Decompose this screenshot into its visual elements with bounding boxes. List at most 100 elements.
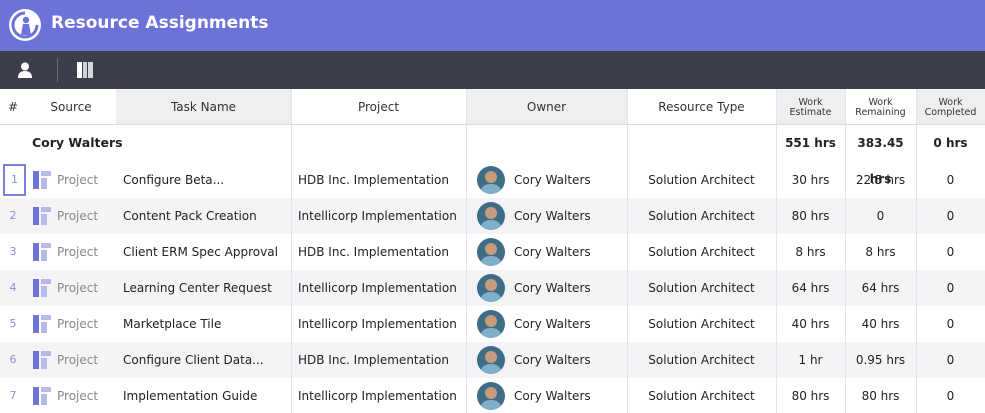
task-name[interactable]: Learning Center Request (123, 270, 288, 306)
header-work-remaining-line2: Remaining (855, 107, 906, 118)
column-header-task-name[interactable]: Task Name (116, 89, 291, 124)
source-label: Project (57, 353, 99, 367)
table-row[interactable]: 1 Project Configure Beta... HDB Inc. Implem… (0, 162, 985, 198)
column-header-owner[interactable]: Owner (466, 89, 627, 124)
work-completed[interactable]: 0 (916, 234, 985, 270)
toolbar-divider (57, 58, 58, 82)
column-header-work-completed[interactable]: Work Completed (916, 89, 985, 124)
project-name[interactable]: Intellicorp Implementation (298, 198, 464, 234)
work-completed[interactable]: 0 (916, 198, 985, 234)
column-divider (466, 89, 467, 413)
project-name[interactable]: HDB Inc. Implementation (298, 162, 464, 198)
avatar (477, 274, 505, 302)
column-header-project[interactable]: Project (291, 89, 466, 124)
row-number[interactable]: 3 (0, 234, 26, 270)
owner-name: Cory Walters (514, 353, 591, 367)
columns-icon[interactable] (77, 62, 94, 78)
project-source-icon (33, 171, 51, 189)
work-completed[interactable]: 0 (916, 162, 985, 198)
column-header-resource-type[interactable]: Resource Type (627, 89, 776, 124)
work-remaining[interactable]: 0.95 hrs (845, 342, 916, 378)
avatar (477, 382, 505, 410)
table-row[interactable]: 7 Project Implementation Guide Intellicorp … (0, 378, 985, 413)
app-logo-icon (8, 8, 42, 42)
owner-name: Cory Walters (514, 245, 591, 259)
source-label: Project (57, 245, 99, 259)
column-divider (291, 89, 292, 413)
work-remaining[interactable]: 64 hrs (845, 270, 916, 306)
resource-type: Solution Architect (648, 209, 755, 223)
work-estimate[interactable]: 80 hrs (776, 198, 845, 234)
task-name[interactable]: Marketplace Tile (123, 306, 288, 342)
column-header-work-estimate[interactable]: Work Estimate (776, 89, 845, 124)
table-row[interactable]: 6 Project Configure Client Data... HDB Inc.… (0, 342, 985, 378)
task-name[interactable]: Content Pack Creation (123, 198, 288, 234)
project-source-icon (33, 279, 51, 297)
work-remaining[interactable]: 22.5 hrs (845, 162, 916, 198)
resource-type: Solution Architect (648, 245, 755, 259)
work-estimate[interactable]: 80 hrs (776, 378, 845, 413)
owner-name: Cory Walters (514, 317, 591, 331)
project-source-icon (33, 351, 51, 369)
row-number[interactable]: 7 (0, 378, 26, 413)
work-estimate[interactable]: 8 hrs (776, 234, 845, 270)
header-work-completed-line2: Completed (924, 107, 977, 118)
row-number[interactable]: 6 (0, 342, 26, 378)
work-remaining[interactable]: 0 (845, 198, 916, 234)
work-estimate[interactable]: 1 hr (776, 342, 845, 378)
work-completed[interactable]: 0 (916, 342, 985, 378)
task-name[interactable]: Client ERM Spec Approval (123, 234, 288, 270)
task-name[interactable]: Configure Client Data... (123, 342, 288, 378)
group-row-owner[interactable]: Cory Walters 551 hrs 383.45 hrs 0 hrs (0, 124, 985, 186)
column-header-source[interactable]: Source (26, 89, 116, 124)
project-name[interactable]: HDB Inc. Implementation (298, 342, 464, 378)
resource-type: Solution Architect (648, 173, 755, 187)
row-number[interactable]: 4 (0, 270, 26, 306)
user-icon[interactable] (16, 61, 34, 79)
group-owner-name: Cory Walters (32, 135, 123, 150)
project-name[interactable]: Intellicorp Implementation (298, 270, 464, 306)
project-source-icon (33, 387, 51, 405)
work-estimate[interactable]: 64 hrs (776, 270, 845, 306)
row-number[interactable]: 5 (0, 306, 26, 342)
column-divider (845, 89, 846, 413)
avatar (477, 310, 505, 338)
project-source-icon (33, 207, 51, 225)
avatar (477, 202, 505, 230)
toolbar (0, 51, 985, 89)
source-label: Project (57, 173, 99, 187)
project-name[interactable]: HDB Inc. Implementation (298, 234, 464, 270)
source-label: Project (57, 281, 99, 295)
table-row[interactable]: 3 Project Client ERM Spec Approval HDB Inc.… (0, 234, 985, 270)
owner-name: Cory Walters (514, 209, 591, 223)
project-name[interactable]: Intellicorp Implementation (298, 378, 464, 413)
work-estimate[interactable]: 40 hrs (776, 306, 845, 342)
row-number[interactable]: 2 (0, 198, 26, 234)
work-completed[interactable]: 0 (916, 270, 985, 306)
column-divider (627, 89, 628, 413)
column-header-number[interactable]: # (0, 89, 26, 124)
avatar (477, 166, 505, 194)
avatar (477, 346, 505, 374)
column-header-work-remaining[interactable]: Work Remaining (845, 89, 916, 124)
work-remaining[interactable]: 40 hrs (845, 306, 916, 342)
table-row[interactable]: 2 Project Content Pack Creation Intellicorp… (0, 198, 985, 234)
project-source-icon (33, 243, 51, 261)
task-name[interactable]: Implementation Guide (123, 378, 288, 413)
resource-type: Solution Architect (648, 281, 755, 295)
group-work-estimate: 551 hrs (785, 136, 836, 150)
owner-name: Cory Walters (514, 173, 591, 187)
column-divider (776, 89, 777, 413)
project-name[interactable]: Intellicorp Implementation (298, 306, 464, 342)
project-source-icon (33, 315, 51, 333)
work-completed[interactable]: 0 (916, 378, 985, 413)
work-remaining[interactable]: 80 hrs (845, 378, 916, 413)
table-row[interactable]: 4 Project Learning Center Request Intellico… (0, 270, 985, 306)
work-estimate[interactable]: 30 hrs (776, 162, 845, 198)
title-bar: Resource Assignments (0, 0, 985, 51)
task-name[interactable]: Configure Beta... (123, 162, 288, 198)
row-number[interactable]: 1 (3, 164, 26, 196)
work-completed[interactable]: 0 (916, 306, 985, 342)
table-row[interactable]: 5 Project Marketplace Tile Intellicorp Impl… (0, 306, 985, 342)
work-remaining[interactable]: 8 hrs (845, 234, 916, 270)
